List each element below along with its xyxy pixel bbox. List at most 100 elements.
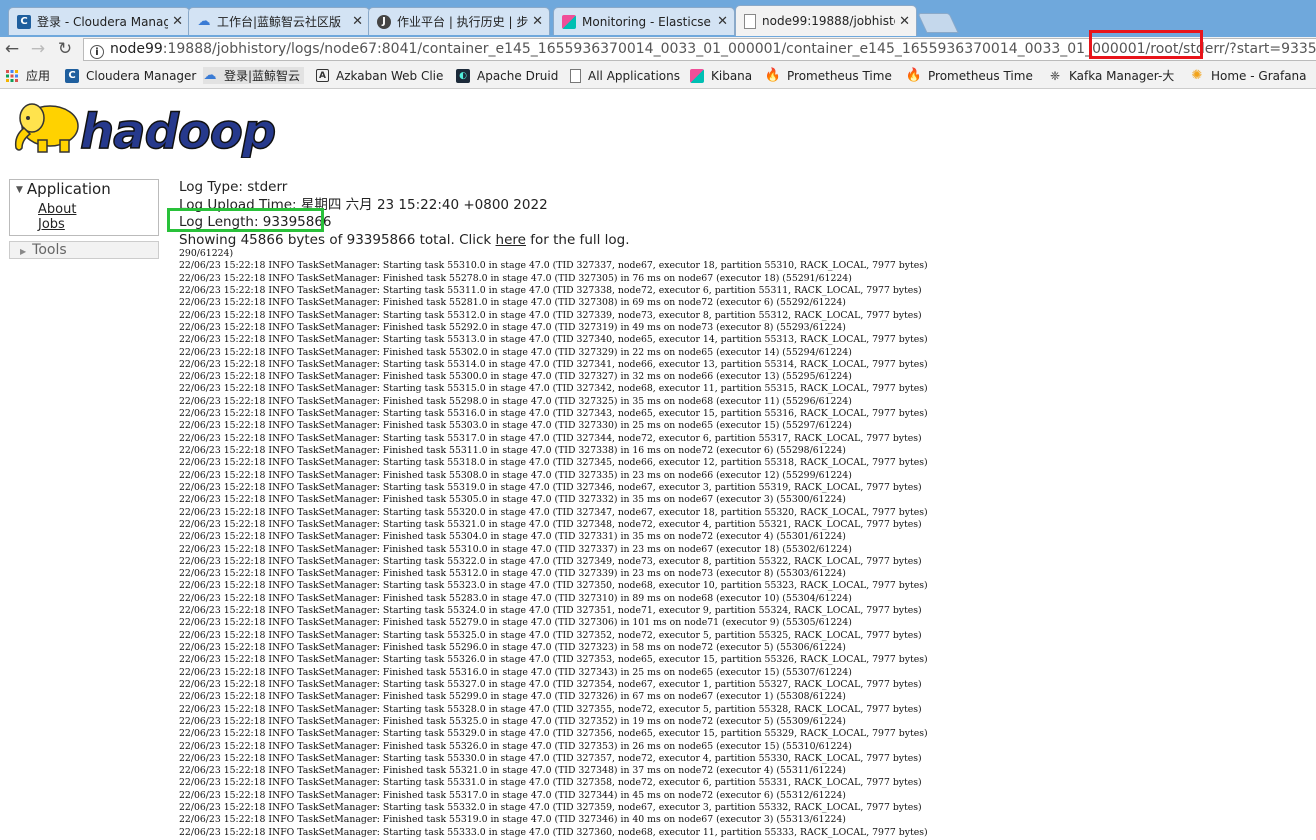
bookmark-all-applications[interactable]: All Applications [570, 67, 680, 84]
log-line: 22/06/23 15:22:18 INFO TaskSetManager: F… [179, 617, 852, 629]
log-line: 22/06/23 15:22:18 INFO TaskSetManager: F… [179, 494, 846, 506]
log-line: 22/06/23 15:22:18 INFO TaskSetManager: S… [179, 432, 922, 444]
log-type: Log Type: stderr [179, 179, 288, 195]
tools-label: Tools [32, 242, 67, 258]
bookmark-label: Kafka Manager-大 [1069, 69, 1175, 83]
close-icon[interactable]: ✕ [899, 14, 910, 29]
bookmark-kibana[interactable]: Kibana [690, 67, 752, 84]
bookmark-label: 应用 [26, 69, 51, 83]
prometheus-icon: 🔥 [905, 68, 923, 83]
log-line: 22/06/23 15:22:18 INFO TaskSetManager: F… [179, 445, 846, 456]
log-line: 22/06/23 15:22:18 INFO TaskSetManager: S… [179, 506, 928, 518]
log-line: 22/06/23 15:22:18 INFO TaskSetManager: F… [179, 297, 846, 309]
log-line: 22/06/23 15:22:18 INFO TaskSetManager: F… [179, 666, 852, 678]
kafka-icon: ❈ [1049, 68, 1061, 83]
log-content: 290/61224) 22/06/23 15:22:18 INFO TaskSet… [179, 248, 928, 839]
bookmark-prometheus-1[interactable]: 🔥 Prometheus Time [764, 67, 892, 84]
bookmark-prometheus-2[interactable]: 🔥 Prometheus Time [905, 67, 1033, 84]
tab-bluewhale[interactable]: ☁ 工作台|蓝鲸智云社区版 ✕ [188, 7, 370, 35]
log-line: 22/06/23 15:22:18 INFO TaskSetManager: F… [179, 789, 846, 801]
log-line: 22/06/23 15:22:18 INFO TaskSetManager: S… [179, 309, 922, 321]
log-length-highlight [167, 208, 324, 232]
apps-grid-icon [5, 69, 19, 83]
info-icon[interactable]: i [90, 45, 104, 59]
showing-prefix: Showing 45866 bytes of 93395866 total. C… [179, 231, 496, 248]
bookmark-label: Prometheus Time [787, 68, 892, 83]
log-line: 22/06/23 15:22:18 INFO TaskSetManager: S… [179, 752, 922, 764]
close-icon[interactable]: ✕ [717, 14, 728, 29]
log-line: 22/06/23 15:22:18 INFO TaskSetManager: S… [179, 826, 928, 838]
tab-elasticsearch-monitoring[interactable]: Monitoring - Elasticse ✕ [553, 7, 735, 35]
log-line: 22/06/23 15:22:18 INFO TaskSetManager: S… [179, 703, 922, 715]
bookmark-label: Prometheus Time [928, 68, 1033, 83]
new-tab-button[interactable] [917, 13, 959, 33]
log-line: 22/06/23 15:22:18 INFO TaskSetManager: F… [179, 765, 846, 777]
tab-jobhistory-active[interactable]: node99:19888/jobhisto ✕ [735, 5, 917, 36]
kibana-icon [690, 68, 704, 83]
druid-icon: ◐ [456, 68, 470, 83]
bookmark-grafana[interactable]: ✺ Home - Grafana [1190, 67, 1307, 84]
log-line: 22/06/23 15:22:18 INFO TaskSetManager: S… [179, 481, 922, 493]
log-line: 22/06/23 15:22:18 INFO TaskSetManager: F… [179, 642, 846, 653]
bookmark-label: Apache Druid [477, 68, 559, 83]
bookmark-label: Home - Grafana [1211, 68, 1307, 83]
tools-menu-header[interactable]: ▶ Tools [9, 241, 159, 259]
bookmark-label: Azkaban Web Clie [336, 68, 444, 83]
log-line: 22/06/23 15:22:18 INFO TaskSetManager: S… [179, 605, 922, 617]
log-line: 22/06/23 15:22:18 INFO TaskSetManager: F… [179, 592, 852, 604]
bookmark-azkaban[interactable]: A Azkaban Web Clie [316, 67, 443, 84]
prometheus-icon: 🔥 [764, 68, 782, 83]
bookmark-bluewhale[interactable]: ☁ 登录|蓝鲸智云 [203, 67, 305, 84]
cloudera-icon: C [17, 14, 31, 29]
log-line: 22/06/23 15:22:18 INFO TaskSetManager: F… [179, 371, 852, 383]
url-start-param-highlight [1089, 30, 1203, 59]
log-line: 290/61224) [179, 248, 234, 259]
bookmark-apps[interactable]: 应用 [5, 67, 50, 84]
log-line: 22/06/23 15:22:18 INFO TaskSetManager: F… [179, 568, 846, 580]
close-icon[interactable]: ✕ [172, 14, 183, 29]
log-line: 22/06/23 15:22:18 INFO TaskSetManager: S… [179, 678, 922, 690]
kibana-icon [562, 14, 576, 29]
job-platform-icon: J [377, 14, 391, 29]
close-icon[interactable]: ✕ [532, 14, 543, 29]
left-navigation: ▼ Application About Jobs ▶ Tools [9, 179, 159, 259]
log-line: 22/06/23 15:22:18 INFO TaskSetManager: S… [179, 408, 928, 420]
back-arrow-icon[interactable]: ← [2, 39, 22, 59]
bookmarks-bar: 应用 C Cloudera Manager ☁ 登录|蓝鲸智云 A Azkaba… [0, 63, 1316, 89]
log-line: 22/06/23 15:22:18 INFO TaskSetManager: S… [179, 334, 928, 346]
log-line: 22/06/23 15:22:18 INFO TaskSetManager: F… [179, 346, 852, 358]
close-icon[interactable]: ✕ [352, 14, 363, 29]
showing-suffix: for the full log. [525, 231, 630, 248]
bookmark-cloudera-manager[interactable]: C Cloudera Manager [65, 67, 196, 84]
log-line: 22/06/23 15:22:18 INFO TaskSetManager: F… [179, 531, 846, 543]
log-line: 22/06/23 15:22:18 INFO TaskSetManager: S… [179, 358, 928, 370]
bluewhale-cloud-icon: ☁ [203, 68, 217, 83]
log-line: 22/06/23 15:22:18 INFO TaskSetManager: S… [179, 383, 928, 395]
log-line: 22/06/23 15:22:18 INFO TaskSetManager: F… [179, 272, 852, 284]
log-line: 22/06/23 15:22:18 INFO TaskSetManager: F… [179, 469, 852, 481]
bookmark-kafka-manager[interactable]: ❈ Kafka Manager-大 [1048, 67, 1174, 84]
tab-cloudera-login[interactable]: C 登录 - Cloudera Manag ✕ [8, 7, 190, 35]
application-menu: ▼ Application About Jobs [9, 179, 159, 236]
jobs-link[interactable]: Jobs [38, 217, 158, 232]
showing-bytes-line: Showing 45866 bytes of 93395866 total. C… [179, 232, 630, 250]
hadoop-logo-text: hadoop [80, 104, 275, 158]
log-line: 22/06/23 15:22:18 INFO TaskSetManager: F… [179, 814, 846, 826]
log-line: 22/06/23 15:22:18 INFO TaskSetManager: F… [179, 715, 846, 727]
tab-job-platform[interactable]: J 作业平台 | 执行历史 | 步 ✕ [368, 7, 550, 35]
cloudera-icon: C [65, 68, 79, 83]
page-icon [570, 68, 581, 83]
bookmark-apache-druid[interactable]: ◐ Apache Druid [456, 67, 558, 84]
bluewhale-cloud-icon: ☁ [197, 14, 211, 29]
application-menu-header[interactable]: ▼ Application [10, 180, 158, 199]
grafana-icon: ✺ [1191, 68, 1203, 83]
tab-title: node99:19888/jobhisto [762, 14, 896, 28]
reload-icon[interactable]: ↻ [55, 39, 75, 59]
log-line: 22/06/23 15:22:18 INFO TaskSetManager: S… [179, 629, 922, 641]
tab-title: 工作台|蓝鲸智云社区版 [217, 15, 342, 29]
forward-arrow-icon[interactable]: → [28, 39, 48, 59]
bookmark-label: Kibana [711, 68, 753, 83]
about-link[interactable]: About [38, 202, 158, 217]
full-log-link[interactable]: here [496, 232, 526, 248]
log-line: 22/06/23 15:22:18 INFO TaskSetManager: F… [179, 420, 852, 432]
